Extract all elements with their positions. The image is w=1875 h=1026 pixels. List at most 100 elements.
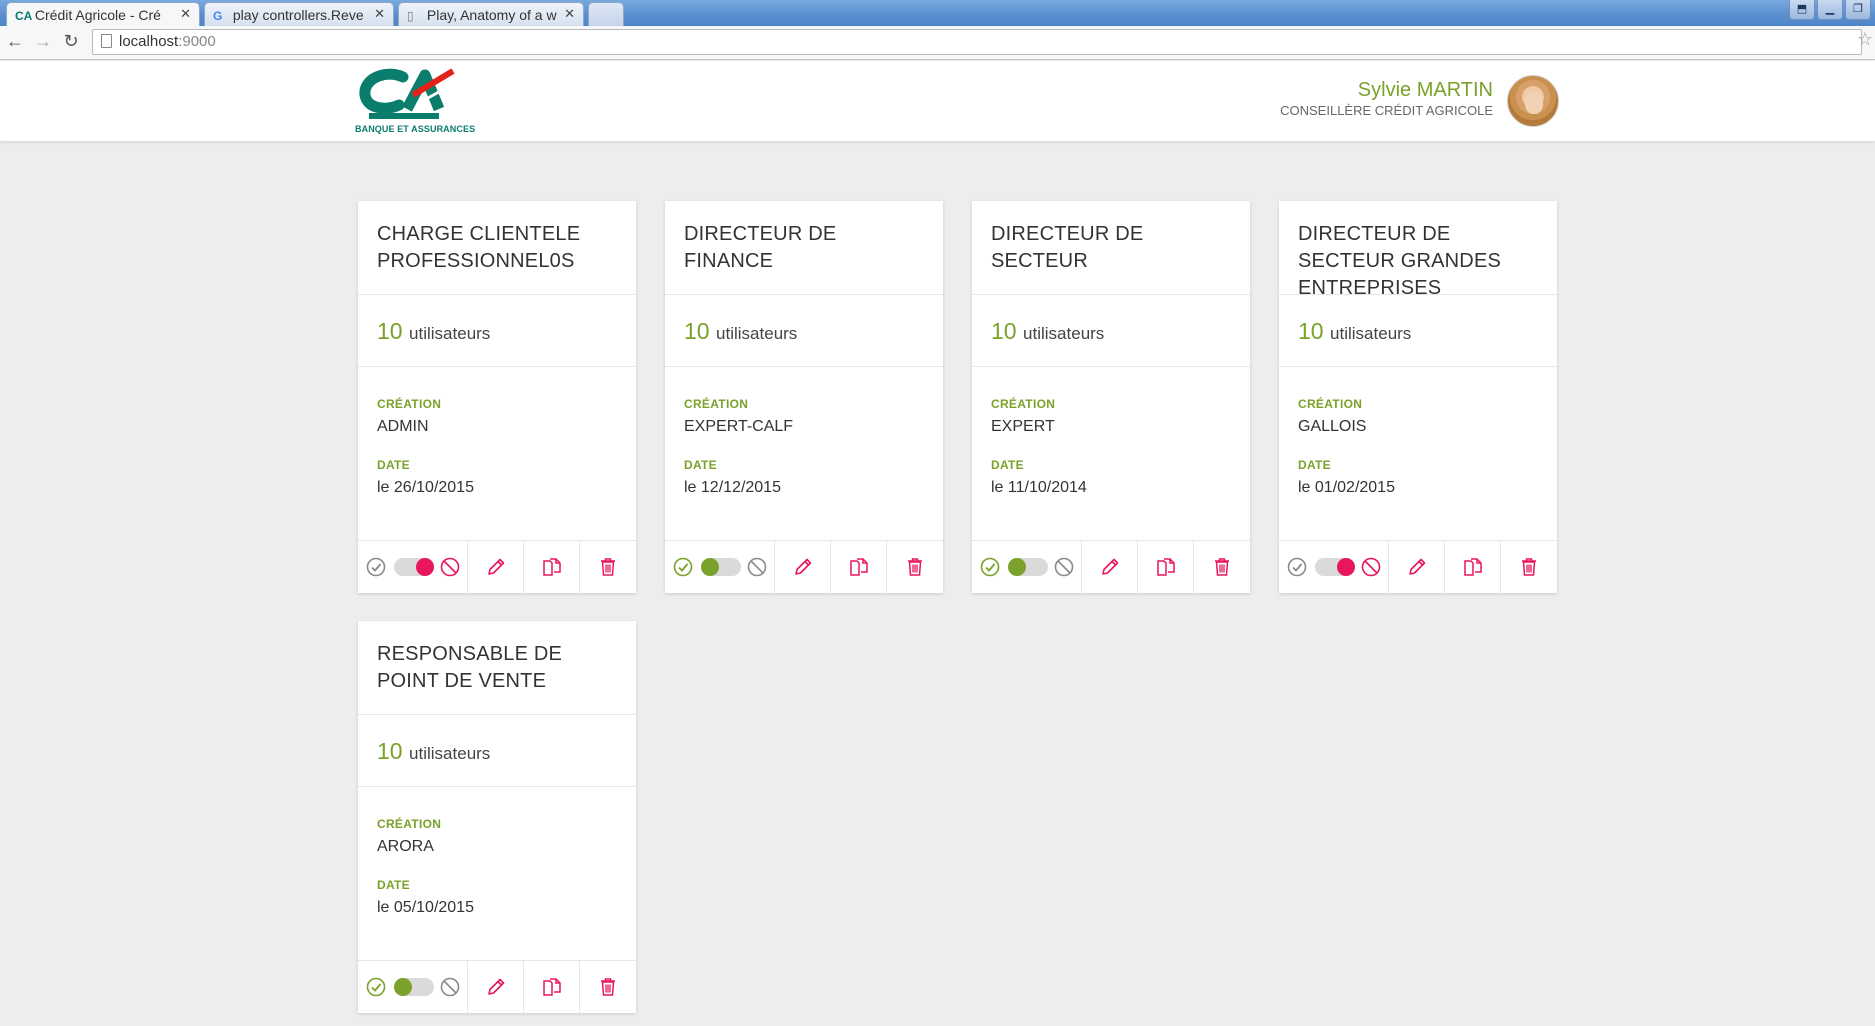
check-circle-icon[interactable]	[366, 977, 386, 997]
users-label: utilisateurs	[1330, 324, 1412, 343]
duplicate-button[interactable]	[1445, 541, 1501, 593]
copy-icon	[542, 558, 561, 576]
date-value: le 12/12/2015	[684, 479, 781, 496]
user-name: Sylvie MARTIN	[1357, 79, 1493, 101]
browser-tab-3[interactable]: ▯ Play, Anatomy of a w ✕	[398, 2, 584, 26]
status-switch[interactable]	[1008, 558, 1048, 576]
delete-button[interactable]	[580, 961, 636, 1013]
user-profile-icon[interactable]: ⬒	[1789, 0, 1815, 20]
pencil-icon	[1101, 558, 1118, 575]
creation-label: CRÉATION	[684, 397, 749, 411]
card-users: 10 utilisateurs	[972, 295, 1250, 367]
minimize-icon[interactable]: ▁	[1817, 0, 1843, 20]
check-circle-icon[interactable]	[1287, 557, 1307, 577]
duplicate-button[interactable]	[831, 541, 887, 593]
status-switch[interactable]	[1315, 558, 1355, 576]
check-circle-icon[interactable]	[673, 557, 693, 577]
pencil-icon	[794, 558, 811, 575]
trash-icon	[908, 558, 922, 576]
date-value: le 26/10/2015	[377, 479, 474, 496]
close-tab-icon[interactable]: ✕	[374, 6, 385, 22]
trash-icon	[1522, 558, 1536, 576]
pencil-icon	[1408, 558, 1425, 575]
close-tab-icon[interactable]: ✕	[180, 6, 191, 22]
edit-button[interactable]	[1082, 541, 1138, 593]
ban-icon[interactable]	[440, 977, 460, 997]
browser-toolbar: ← → ↻ localhost:9000 ☆	[0, 26, 1875, 60]
pencil-icon	[487, 978, 504, 995]
status-toggle-group	[358, 541, 468, 593]
edit-button[interactable]	[468, 541, 524, 593]
restore-icon[interactable]: ❐	[1845, 0, 1871, 20]
delete-button[interactable]	[1501, 541, 1557, 593]
creator-value: GALLOIS	[1298, 418, 1367, 435]
date-label: DATE	[377, 878, 410, 892]
bookmark-star-icon[interactable]: ☆	[1857, 29, 1873, 50]
duplicate-button[interactable]	[524, 961, 580, 1013]
card-users: 10 utilisateurs	[665, 295, 943, 367]
delete-button[interactable]	[887, 541, 943, 593]
tab-title: Crédit Agricole - Cré	[34, 7, 161, 23]
card-users: 10 utilisateurs	[358, 715, 636, 787]
card-actions	[358, 960, 636, 1013]
forward-arrow-icon[interactable]: →	[32, 31, 54, 52]
creation-label: CRÉATION	[377, 817, 442, 831]
card-users: 10 utilisateurs	[1279, 295, 1557, 367]
pencil-icon	[487, 558, 504, 575]
google-favicon-icon: G	[213, 9, 223, 23]
users-count: 10	[377, 318, 403, 344]
edit-button[interactable]	[468, 961, 524, 1013]
back-arrow-icon[interactable]: ←	[4, 31, 26, 52]
users-label: utilisateurs	[409, 744, 491, 763]
ban-icon[interactable]	[747, 557, 767, 577]
date-label: DATE	[684, 458, 717, 472]
edit-button[interactable]	[1389, 541, 1445, 593]
trash-icon	[601, 558, 615, 576]
duplicate-button[interactable]	[1138, 541, 1194, 593]
ban-icon[interactable]	[440, 557, 460, 577]
browser-tab-1[interactable]: CA Crédit Agricole - Cré ✕	[6, 2, 200, 26]
page-icon	[101, 34, 112, 48]
browser-tabstrip: CA Crédit Agricole - Cré ✕ G play contro…	[0, 0, 1875, 26]
card-title: DIRECTEUR DE FINANCE	[665, 201, 943, 295]
user-role: CONSEILLÈRE CRÉDIT AGRICOLE	[1280, 103, 1493, 118]
delete-button[interactable]	[580, 541, 636, 593]
duplicate-button[interactable]	[524, 541, 580, 593]
check-circle-icon[interactable]	[980, 557, 1000, 577]
new-tab-button[interactable]	[588, 2, 624, 26]
check-circle-icon[interactable]	[366, 557, 386, 577]
status-switch[interactable]	[701, 558, 741, 576]
card-actions	[972, 540, 1250, 593]
tab-title: Play, Anatomy of a w	[426, 7, 557, 23]
date-value: le 05/10/2015	[377, 899, 474, 916]
reload-icon[interactable]: ↻	[60, 31, 82, 52]
address-input[interactable]: localhost:9000	[92, 29, 1862, 55]
edit-button[interactable]	[775, 541, 831, 593]
ban-icon[interactable]	[1361, 557, 1381, 577]
switch-knob	[701, 558, 719, 576]
delete-button[interactable]	[1194, 541, 1250, 593]
status-toggle-group	[358, 961, 468, 1013]
switch-knob	[416, 558, 434, 576]
avatar[interactable]	[1507, 75, 1559, 127]
status-switch[interactable]	[394, 558, 434, 576]
creation-label: CRÉATION	[377, 397, 442, 411]
credit-agricole-logo[interactable]: BANQUE ET ASSURANCES	[355, 67, 475, 137]
user-info: Sylvie MARTIN CONSEILLÈRE CRÉDIT AGRICOL…	[1280, 79, 1493, 118]
users-count: 10	[991, 318, 1017, 344]
creation-label: CRÉATION	[1298, 397, 1363, 411]
card-info: CRÉATION ARORA DATE le 05/10/2015	[358, 787, 636, 960]
card-info: CRÉATION EXPERT-CALF DATE le 12/12/2015	[665, 367, 943, 540]
card-info: CRÉATION GALLOIS DATE le 01/02/2015	[1279, 367, 1557, 540]
date-label: DATE	[1298, 458, 1331, 472]
card-users: 10 utilisateurs	[358, 295, 636, 367]
status-toggle-group	[665, 541, 775, 593]
switch-knob	[1337, 558, 1355, 576]
url-port: :9000	[178, 33, 216, 50]
copy-icon	[1463, 558, 1482, 576]
ban-icon[interactable]	[1054, 557, 1074, 577]
close-tab-icon[interactable]: ✕	[564, 6, 575, 22]
status-switch[interactable]	[394, 978, 434, 996]
creator-value: ADMIN	[377, 418, 429, 435]
browser-tab-2[interactable]: G play controllers.Reve ✕	[204, 2, 394, 26]
